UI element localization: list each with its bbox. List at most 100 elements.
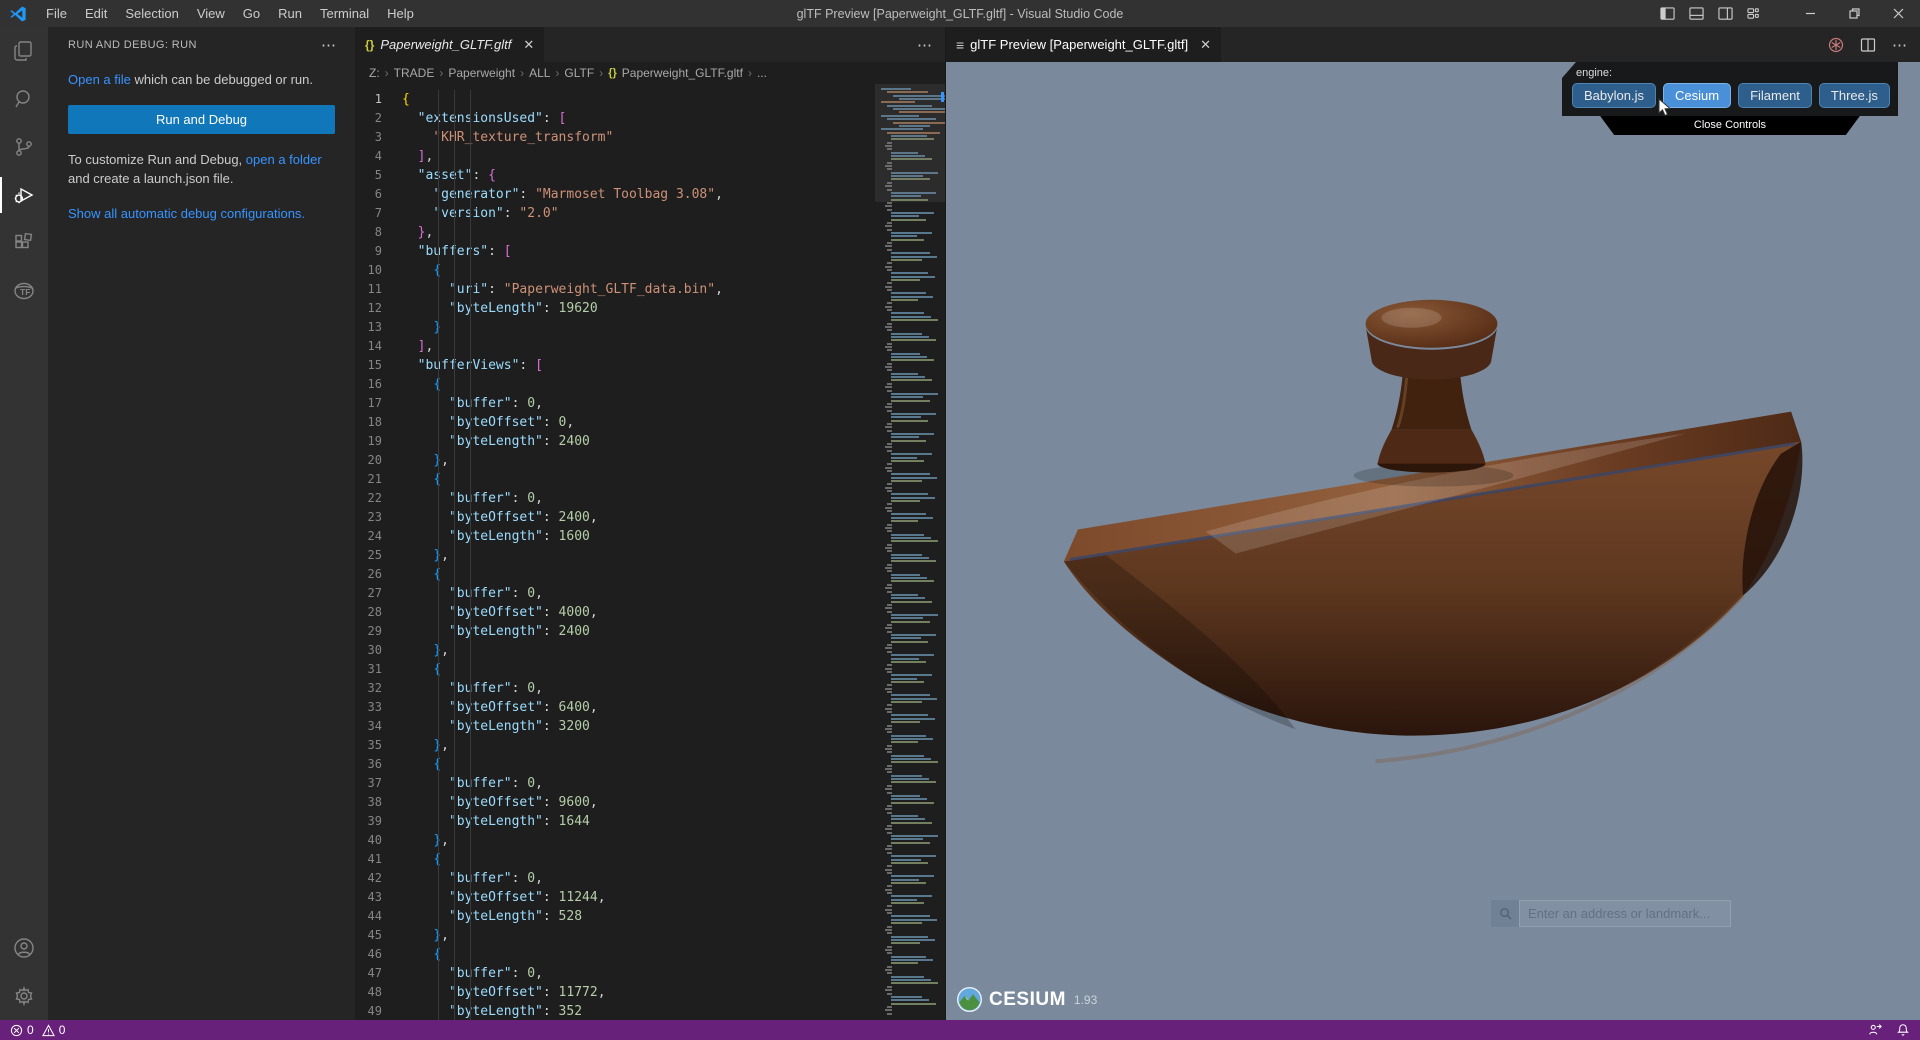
code-line[interactable]: 35 }, [355, 736, 875, 755]
code-line[interactable]: 27 "buffer": 0, [355, 584, 875, 603]
minimap[interactable] [875, 84, 945, 1020]
code-line[interactable]: 13 } [355, 318, 875, 337]
explorer-icon[interactable] [0, 27, 48, 75]
menu-edit[interactable]: Edit [76, 0, 116, 27]
code-line[interactable]: 2 "extensionsUsed": [ [355, 109, 875, 128]
code-line[interactable]: 40 }, [355, 831, 875, 850]
menu-go[interactable]: Go [234, 0, 269, 27]
code-line[interactable]: 47 "buffer": 0, [355, 964, 875, 983]
code-line[interactable]: 14 ], [355, 337, 875, 356]
paperweight-3d-model[interactable] [946, 62, 1920, 1020]
code-line[interactable]: 20 }, [355, 451, 875, 470]
engine-button-threejs[interactable]: Three.js [1818, 83, 1890, 108]
menu-file[interactable]: File [37, 0, 76, 27]
code-line[interactable]: 12 "byteLength": 19620 [355, 299, 875, 318]
menu-help[interactable]: Help [378, 0, 423, 27]
breadcrumb-item[interactable]: Z: [369, 66, 380, 80]
split-editor-icon[interactable] [1860, 37, 1876, 53]
code-line[interactable]: 43 "byteOffset": 11244, [355, 888, 875, 907]
problems-indicator[interactable]: 0 0 [10, 1023, 65, 1037]
code-line[interactable]: 48 "byteOffset": 11772, [355, 983, 875, 1002]
engine-button-cesium[interactable]: Cesium [1662, 83, 1732, 108]
menu-terminal[interactable]: Terminal [311, 0, 378, 27]
breadcrumb-item[interactable]: GLTF [564, 66, 594, 80]
code-line[interactable]: 33 "byteOffset": 6400, [355, 698, 875, 717]
gltf-settings-icon[interactable] [1828, 37, 1844, 53]
show-debug-configs-link[interactable]: Show all automatic debug configurations. [68, 204, 335, 223]
code-line[interactable]: 31 { [355, 660, 875, 679]
breadcrumb-item[interactable]: Paperweight [448, 66, 515, 80]
code-line[interactable]: 3 "KHR_texture_transform" [355, 128, 875, 147]
tab-paperweight-gltf[interactable]: {} Paperweight_GLTF.gltf ✕ [355, 27, 545, 62]
code-line[interactable]: 11 "uri": "Paperweight_GLTF_data.bin", [355, 280, 875, 299]
geocoder-input[interactable]: Enter an address or landmark... [1519, 900, 1731, 927]
code-line[interactable]: 38 "byteOffset": 9600, [355, 793, 875, 812]
code-line[interactable]: 15 "bufferViews": [ [355, 356, 875, 375]
open-a-folder-link[interactable]: open a folder [246, 152, 322, 167]
notifications-bell-icon[interactable] [1896, 1023, 1910, 1037]
code-line[interactable]: 42 "buffer": 0, [355, 869, 875, 888]
engine-button-babylonjs[interactable]: Babylon.js [1572, 83, 1656, 108]
code-line[interactable]: 46 { [355, 945, 875, 964]
code-line[interactable]: 44 "byteLength": 528 [355, 907, 875, 926]
preview-more-actions-icon[interactable]: ⋯ [1892, 36, 1908, 54]
code-line[interactable]: 25 }, [355, 546, 875, 565]
code-line[interactable]: 21 { [355, 470, 875, 489]
code-line[interactable]: 28 "byteOffset": 4000, [355, 603, 875, 622]
source-control-icon[interactable] [0, 123, 48, 171]
preview-tab-close-icon[interactable]: ✕ [1200, 37, 1211, 53]
code-line[interactable]: 9 "buffers": [ [355, 242, 875, 261]
search-icon[interactable] [0, 75, 48, 123]
accounts-icon[interactable] [0, 924, 48, 972]
breadcrumb-item[interactable]: TRADE [394, 66, 435, 80]
code-line[interactable]: 16 { [355, 375, 875, 394]
code-line[interactable]: 6 "generator": "Marmoset Toolbag 3.08", [355, 185, 875, 204]
code-line[interactable]: 37 "buffer": 0, [355, 774, 875, 793]
code-line[interactable]: 39 "byteLength": 1644 [355, 812, 875, 831]
engine-button-filament[interactable]: Filament [1738, 83, 1812, 108]
open-a-file-link[interactable]: Open a file [68, 72, 131, 87]
feedback-icon[interactable] [1868, 1023, 1882, 1037]
code-line[interactable]: 36 { [355, 755, 875, 774]
code-line[interactable]: 45 }, [355, 926, 875, 945]
code-line[interactable]: 10 { [355, 261, 875, 280]
customize-layout-icon[interactable] [1747, 6, 1762, 21]
breadcrumb-item[interactable]: ALL [529, 66, 550, 80]
menu-selection[interactable]: Selection [116, 0, 187, 27]
sidebar-more-actions-icon[interactable]: ⋯ [321, 36, 337, 54]
code-line[interactable]: 18 "byteOffset": 0, [355, 413, 875, 432]
toggle-sidebar-icon[interactable] [1660, 6, 1675, 21]
gltf-tools-icon[interactable]: TF [0, 267, 48, 315]
close-controls-button[interactable]: Close Controls [1582, 116, 1878, 135]
code-line[interactable]: 22 "buffer": 0, [355, 489, 875, 508]
code-line[interactable]: 1{ [355, 90, 875, 109]
code-line[interactable]: 26 { [355, 565, 875, 584]
run-and-debug-icon[interactable] [0, 171, 48, 219]
minimap-slider[interactable] [875, 84, 945, 202]
breadcrumb[interactable]: Z: › TRADE › Paperweight › ALL › GLTF › {} Paperwei… [355, 62, 945, 84]
toggle-secondary-sidebar-icon[interactable] [1718, 6, 1733, 21]
extensions-icon[interactable] [0, 219, 48, 267]
code-line[interactable]: 8 }, [355, 223, 875, 242]
toggle-panel-icon[interactable] [1689, 6, 1704, 21]
code-line[interactable]: 29 "byteLength": 2400 [355, 622, 875, 641]
restore-button[interactable] [1832, 0, 1876, 27]
code-line[interactable]: 17 "buffer": 0, [355, 394, 875, 413]
code-line[interactable]: 34 "byteLength": 3200 [355, 717, 875, 736]
code-line[interactable]: 41 { [355, 850, 875, 869]
breadcrumb-item[interactable]: ... [757, 66, 767, 80]
close-window-button[interactable] [1876, 0, 1920, 27]
code-line[interactable]: 24 "byteLength": 1600 [355, 527, 875, 546]
cesium-credit[interactable]: CESIUM 1.93 [956, 986, 1097, 1013]
code-line[interactable]: 7 "version": "2.0" [355, 204, 875, 223]
code-line[interactable]: 30 }, [355, 641, 875, 660]
editor-more-actions-icon[interactable]: ⋯ [917, 36, 933, 54]
settings-gear-icon[interactable] [0, 972, 48, 1020]
menu-run[interactable]: Run [269, 0, 311, 27]
code-line[interactable]: 4 ], [355, 147, 875, 166]
code-line[interactable]: 49 "byteLength": 352 [355, 1002, 875, 1020]
cesium-3d-viewport[interactable]: engine: Babylon.js Cesium Filament Three.js… [946, 62, 1920, 1020]
code-line[interactable]: 19 "byteLength": 2400 [355, 432, 875, 451]
code-line[interactable]: 32 "buffer": 0, [355, 679, 875, 698]
code-line[interactable]: 23 "byteOffset": 2400, [355, 508, 875, 527]
